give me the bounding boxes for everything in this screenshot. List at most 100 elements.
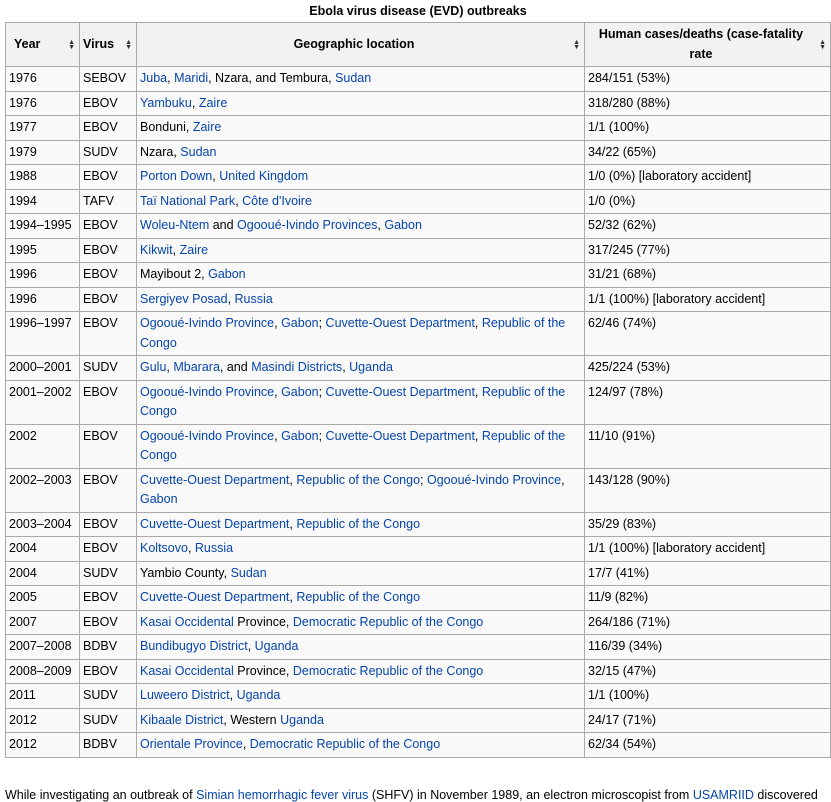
link[interactable]: Sudan [231,566,267,580]
table-row: 2012 BDBV Orientale Province, Democratic R… [5,732,831,758]
virus-cell: TAFV [79,188,137,214]
link[interactable]: Masindi Districts [251,360,342,374]
link[interactable]: Cuvette-Ouest Department [326,316,475,330]
text: Mayibout 2, [140,267,209,281]
sort-icon[interactable]: ▲ ▼ [125,39,132,51]
link[interactable]: Gabon [281,429,319,443]
link[interactable]: Porton Down [140,169,212,183]
link[interactable]: Democratic Republic of the Congo [293,615,483,629]
link[interactable]: Taï National Park [140,194,235,208]
link[interactable]: Ogooué-Ivindo Province [140,316,274,330]
link[interactable]: Zaire [193,120,221,134]
cases-cell: 24/17 (71%) [584,707,831,733]
link[interactable]: Ogooué-Ivindo Provinces [237,218,377,232]
link[interactable]: United Kingdom [219,169,308,183]
link[interactable]: Zaire [180,243,208,257]
table-row: 2012 SUDV Kibaale District, Western Uganda… [5,707,831,733]
link[interactable]: Uganda [255,639,299,653]
link[interactable]: Ogooué-Ivindo Province [140,385,274,399]
link[interactable]: Gabon [281,316,319,330]
link[interactable]: Kikwit [140,243,173,257]
sort-icon[interactable]: ▲ ▼ [68,39,75,51]
virus-cell: SUDV [79,139,137,165]
link[interactable]: Simian hemorrhagic fever virus [196,788,368,802]
link[interactable]: Juba [140,71,167,85]
link[interactable]: Sergiyev Posad [140,292,228,306]
link[interactable]: Orientale Province [140,737,243,751]
text: , [474,428,482,443]
link[interactable]: Gabon [281,385,319,399]
cases-cell: 264/186 (71%) [584,609,831,635]
virus-cell: EBOV [79,286,137,312]
cases-cell: 11/9 (82%) [584,585,831,611]
link[interactable]: Gabon [384,218,422,232]
link[interactable]: Uganda [237,688,281,702]
sort-icon[interactable]: ▲ ▼ [573,39,580,51]
virus-cell: EBOV [79,311,137,356]
link[interactable]: Russia [195,541,233,555]
link[interactable]: Sudan [180,145,216,159]
link[interactable]: Zaire [199,96,227,110]
table-row: 1995 EBOV Kikwit, Zaire 317/245 (77%) [5,237,831,263]
link[interactable]: Woleu-Ntem [140,218,209,232]
cases-cell: 35/29 (83%) [584,511,831,537]
link[interactable]: Uganda [280,713,324,727]
link[interactable]: Côte d'Ivoire [242,194,312,208]
link[interactable]: Koltsovo [140,541,188,555]
text: Province, [233,663,293,678]
link[interactable]: Russia [235,292,273,306]
link[interactable]: Mbarara [173,360,220,374]
link[interactable]: Republic of the Congo [296,590,420,604]
location-cell: Cuvette-Ouest Department, Republic of th… [136,585,585,611]
link[interactable]: Republic of the Congo [296,473,420,487]
link[interactable]: Gabon [140,492,178,506]
link[interactable]: Cuvette-Ouest Department [140,473,289,487]
table-row: 1996 EBOV Sergiyev Posad, Russia 1/1 (100%)… [5,286,831,312]
year-cell: 1977 [5,115,80,141]
link[interactable]: Republic of the Congo [296,517,420,531]
link[interactable]: Yambuku [140,96,192,110]
column-header-virus[interactable]: Virus ▲ ▼ [79,22,137,67]
link[interactable]: Democratic Republic of the Congo [250,737,440,751]
text: , Nzara, and Tembura, [208,71,336,85]
text: , [561,472,565,487]
link[interactable]: Gabon [208,267,246,281]
link[interactable]: Cuvette-Ouest Department [326,429,475,443]
link[interactable]: Uganda [349,360,393,374]
location-cell: Luweero District, Uganda [136,683,585,709]
column-header-year[interactable]: Year ▲ ▼ [5,22,80,67]
table-row: 2004 SUDV Yambio County, Sudan 17/7 (41%) [5,560,831,586]
link[interactable]: Cuvette-Ouest Department [140,517,289,531]
link[interactable]: Kibaale District [140,713,223,727]
year-cell: 2012 [5,732,80,758]
year-cell: 1979 [5,139,80,165]
link[interactable]: Gulu [140,360,166,374]
cases-cell: 124/97 (78%) [584,379,831,425]
cases-cell: 62/46 (74%) [584,311,831,356]
link[interactable]: Ogooué-Ivindo Province [140,429,274,443]
link[interactable]: Luweero District [140,688,230,702]
table-row: 1979 SUDV Nzara, Sudan 34/22 (65%) [5,139,831,165]
column-header-location[interactable]: Geographic location ▲ ▼ [136,22,585,67]
year-cell: 1994 [5,188,80,214]
link[interactable]: Kasai Occidental [140,615,234,629]
link[interactable]: Ogooué-Ivindo Province [427,473,561,487]
column-header-cases[interactable]: Human cases/deaths (case-fatality rate ▲ ▼ [584,22,831,67]
table-row: 2008–2009 EBOV Kasai Occidental Province, … [5,658,831,684]
link[interactable]: Bundibugyo District [140,639,248,653]
table-row: 2004 EBOV Koltsovo, Russia 1/1 (100%) [labo… [5,536,831,562]
text: , Western [223,712,281,727]
link[interactable]: Maridi [174,71,208,85]
sort-icon[interactable]: ▲ ▼ [819,39,826,51]
link[interactable]: USAMRIID [693,788,754,802]
link[interactable]: Cuvette-Ouest Department [326,385,475,399]
table-row: 2002 EBOV Ogooué-Ivindo Province, Gabon; C… [5,423,831,469]
link[interactable]: Cuvette-Ouest Department [140,590,289,604]
link[interactable]: Sudan [335,71,371,85]
virus-cell: EBOV [79,213,137,239]
table-row: 2002–2003 EBOV Cuvette-Ouest Department, R… [5,467,831,513]
cases-cell: 1/1 (100%) [584,683,831,709]
link[interactable]: Democratic Republic of the Congo [293,664,483,678]
link[interactable]: Kasai Occidental [140,664,234,678]
table-row: 1976 SEBOV Juba, Maridi, Nzara, and Tembur… [5,66,831,92]
